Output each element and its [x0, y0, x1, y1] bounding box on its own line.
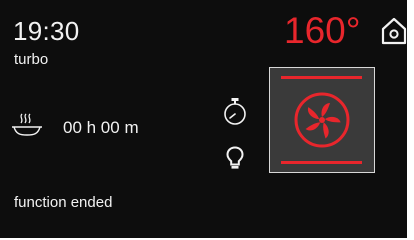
light-bulb-icon[interactable] — [226, 146, 244, 170]
oven-display: 19:30 turbo 160° 00 h 00 m function ende… — [0, 0, 407, 238]
turbo-fan-icon — [281, 76, 362, 164]
status-message: function ended — [14, 194, 113, 211]
clock-time[interactable]: 19:30 — [13, 16, 80, 47]
temperature-setting[interactable]: 160° — [284, 12, 361, 49]
stopwatch-icon[interactable] — [222, 97, 248, 127]
home-icon[interactable] — [381, 17, 407, 45]
cooking-mode-label: turbo — [14, 51, 49, 68]
cooking-duration[interactable]: 00 h 00 m — [63, 118, 139, 138]
turbo-fan-button[interactable] — [269, 67, 375, 173]
dish-icon — [12, 113, 42, 136]
